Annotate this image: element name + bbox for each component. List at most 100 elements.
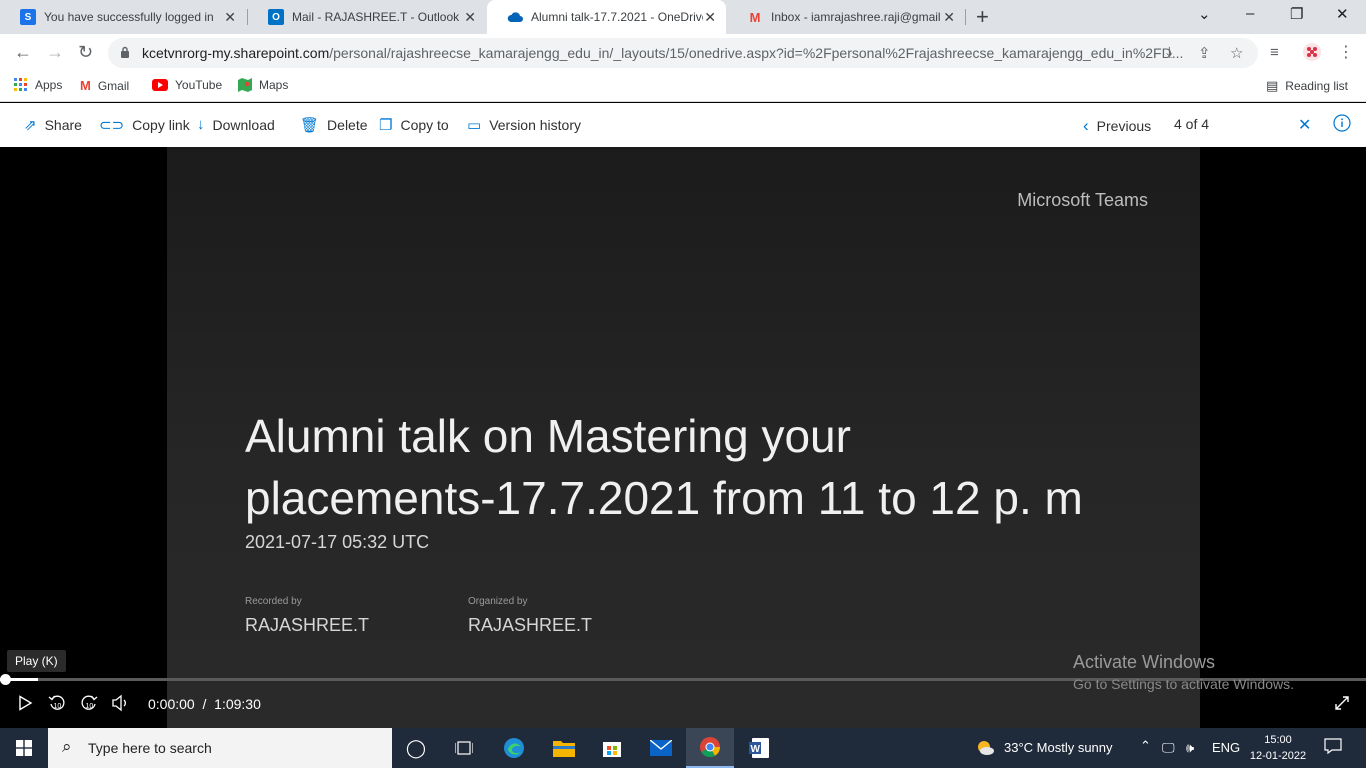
youtube-icon — [152, 79, 168, 91]
bookmark-label: Apps — [35, 78, 63, 92]
taskbar-search-box[interactable]: ⌕ Type here to search — [48, 728, 392, 768]
bookmark-maps[interactable]: Maps — [238, 78, 288, 92]
clock-date: 12-01-2022 — [1249, 750, 1307, 762]
bookmark-label: YouTube — [175, 78, 223, 92]
file-position-indicator: 4 of 4 — [1174, 116, 1210, 132]
bookmark-youtube[interactable]: YouTube — [152, 78, 222, 92]
video-frame[interactable]: Microsoft Teams Alumni talk on Mastering… — [167, 147, 1200, 728]
start-button[interactable] — [0, 728, 48, 768]
volume-tray-icon[interactable]: 🕪 — [1186, 740, 1194, 756]
reload-icon[interactable]: ↻ — [78, 42, 93, 63]
previous-button[interactable]: ‹ Previous — [1083, 116, 1151, 136]
copy-icon: ❐ — [379, 117, 393, 134]
edge-browser-icon[interactable] — [490, 728, 538, 768]
reading-list-label: Reading list — [1285, 79, 1348, 93]
weather-text[interactable]: 33°C Mostly sunny — [1004, 740, 1113, 755]
version-history-label: Version history — [489, 117, 582, 133]
microsoft-store-icon[interactable] — [588, 728, 636, 768]
video-title-line: placements-17.7.2021 from 11 to 12 p. m — [245, 472, 1083, 524]
close-tab-icon[interactable]: ✕ — [224, 9, 236, 26]
skip-forward-icon[interactable]: 10 — [80, 694, 98, 715]
browser-tab-2[interactable]: Alumni talk-17.7.2021 - OneDrive ✕ — [487, 0, 726, 34]
bookmark-star-icon[interactable]: ☆ — [1230, 44, 1243, 62]
back-arrow-icon[interactable]: ← — [14, 42, 32, 63]
delete-button[interactable]: 🗑 Delete — [300, 116, 368, 134]
download-label: Download — [212, 116, 275, 133]
notifications-icon[interactable] — [1324, 737, 1342, 760]
url-text[interactable]: kcetvnrorg-my.sharepoint.com/personal/ra… — [142, 45, 1183, 61]
share-page-icon[interactable]: ⇪ — [1198, 44, 1211, 62]
teams-brand-label: Microsoft Teams — [1017, 190, 1148, 210]
address-bar[interactable]: kcetvnrorg-my.sharepoint.com/personal/ra… — [108, 38, 1258, 68]
delete-label: Delete — [327, 117, 368, 133]
close-tab-icon[interactable]: ✕ — [464, 9, 476, 26]
browser-tab-1[interactable]: O Mail - RAJASHREE.T - Outlook ✕ — [248, 0, 486, 34]
chevron-left-icon: ‹ — [1083, 116, 1089, 135]
copy-to-label: Copy to — [400, 117, 449, 133]
close-viewer-icon[interactable]: ✕ — [1298, 115, 1311, 135]
tab-title: Inbox - iamrajashree.raji@gmail.c — [771, 10, 941, 24]
version-history-button[interactable]: ▭ Version history — [467, 116, 581, 134]
media-controls-icon[interactable]: ≡ — [1270, 44, 1279, 61]
cortana-icon[interactable]: ◯ — [392, 728, 440, 768]
copy-link-label: Copy link — [132, 117, 190, 133]
download-button[interactable]: ↓ Download — [197, 116, 275, 133]
close-tab-icon[interactable]: ✕ — [943, 9, 955, 26]
organized-by-label: Organized by — [468, 596, 528, 607]
bookmark-gmail[interactable]: M Gmail — [80, 78, 129, 93]
svg-text:10: 10 — [86, 703, 94, 710]
browser-tab-3[interactable]: M Inbox - iamrajashree.raji@gmail.c ✕ — [727, 0, 965, 34]
tab-title: Alumni talk-17.7.2021 - OneDrive — [531, 10, 703, 24]
skip-back-icon[interactable]: 10 — [48, 694, 66, 715]
recording-date: 2021-07-17 05:32 UTC — [245, 532, 430, 552]
reading-list-button[interactable]: ▤ Reading list — [1266, 78, 1348, 94]
info-icon[interactable] — [1333, 114, 1351, 132]
bookmarks-bar: Apps M Gmail YouTube Maps ▤ Reading list — [0, 72, 1366, 102]
chrome-icon[interactable] — [686, 728, 734, 768]
bookmark-apps[interactable]: Apps — [14, 78, 62, 92]
mail-app-icon[interactable] — [637, 728, 685, 768]
reading-list-icon: ▤ — [1266, 78, 1279, 93]
new-tab-button[interactable]: + — [976, 4, 989, 30]
lock-icon[interactable] — [120, 46, 130, 58]
file-explorer-icon[interactable] — [540, 728, 588, 768]
copy-to-button[interactable]: ❐ Copy to — [379, 116, 449, 134]
svg-text:10: 10 — [54, 703, 62, 710]
profile-avatar[interactable] — [1302, 42, 1322, 67]
onedrive-command-bar: ⇗ Share ⊂⊃ Copy link ↓ Download 🗑 Delete ❐ Co… — [0, 103, 1366, 147]
install-app-icon[interactable]: ⤓ — [1166, 44, 1173, 61]
close-window-button[interactable]: ✕ — [1336, 5, 1349, 23]
browser-tab-strip: S You have successfully logged in. ✕ O M… — [0, 0, 1366, 34]
video-viewer[interactable]: Microsoft Teams Alumni talk on Mastering… — [0, 147, 1366, 728]
svg-text:W: W — [751, 744, 761, 755]
seek-handle[interactable] — [0, 674, 11, 685]
weather-sun-icon[interactable] — [975, 738, 995, 761]
tab-search-chevron-icon[interactable]: ⌄ — [1198, 5, 1211, 23]
share-icon: ⇗ — [24, 117, 37, 134]
recorded-by-name: RAJASHREE.T — [245, 615, 370, 635]
system-clock[interactable]: 15:00 12-01-2022 — [1248, 732, 1308, 764]
task-view-icon[interactable] — [440, 728, 488, 768]
organized-by-name: RAJASHREE.T — [468, 615, 593, 635]
play-icon[interactable] — [17, 695, 33, 714]
apps-grid-icon — [14, 78, 27, 91]
playback-time: 0:00:00 / 1:09:30 — [148, 696, 261, 712]
forward-arrow-icon[interactable]: → — [46, 42, 64, 63]
close-tab-icon[interactable]: ✕ — [704, 9, 716, 26]
browser-tab-0[interactable]: S You have successfully logged in. ✕ — [0, 0, 246, 34]
bookmark-label: Gmail — [97, 78, 130, 93]
minimize-button[interactable]: – — [1246, 5, 1254, 22]
copy-link-button[interactable]: ⊂⊃ Copy link — [99, 116, 190, 134]
restore-button[interactable]: ❐ — [1290, 5, 1303, 23]
network-icon[interactable]: 🖵 — [1162, 740, 1175, 756]
bookmark-label: Maps — [259, 78, 289, 92]
volume-icon[interactable] — [111, 694, 131, 715]
share-button[interactable]: ⇗ Share — [24, 116, 82, 134]
show-hidden-icons-icon[interactable]: ⌃ — [1140, 738, 1151, 754]
search-icon: ⌕ — [62, 737, 72, 756]
fullscreen-icon[interactable] — [1334, 695, 1350, 714]
maps-icon — [238, 78, 252, 92]
browser-menu-icon[interactable]: ⋮ — [1338, 42, 1354, 62]
language-indicator[interactable]: ENG — [1212, 740, 1240, 755]
word-icon[interactable]: W — [735, 728, 783, 768]
